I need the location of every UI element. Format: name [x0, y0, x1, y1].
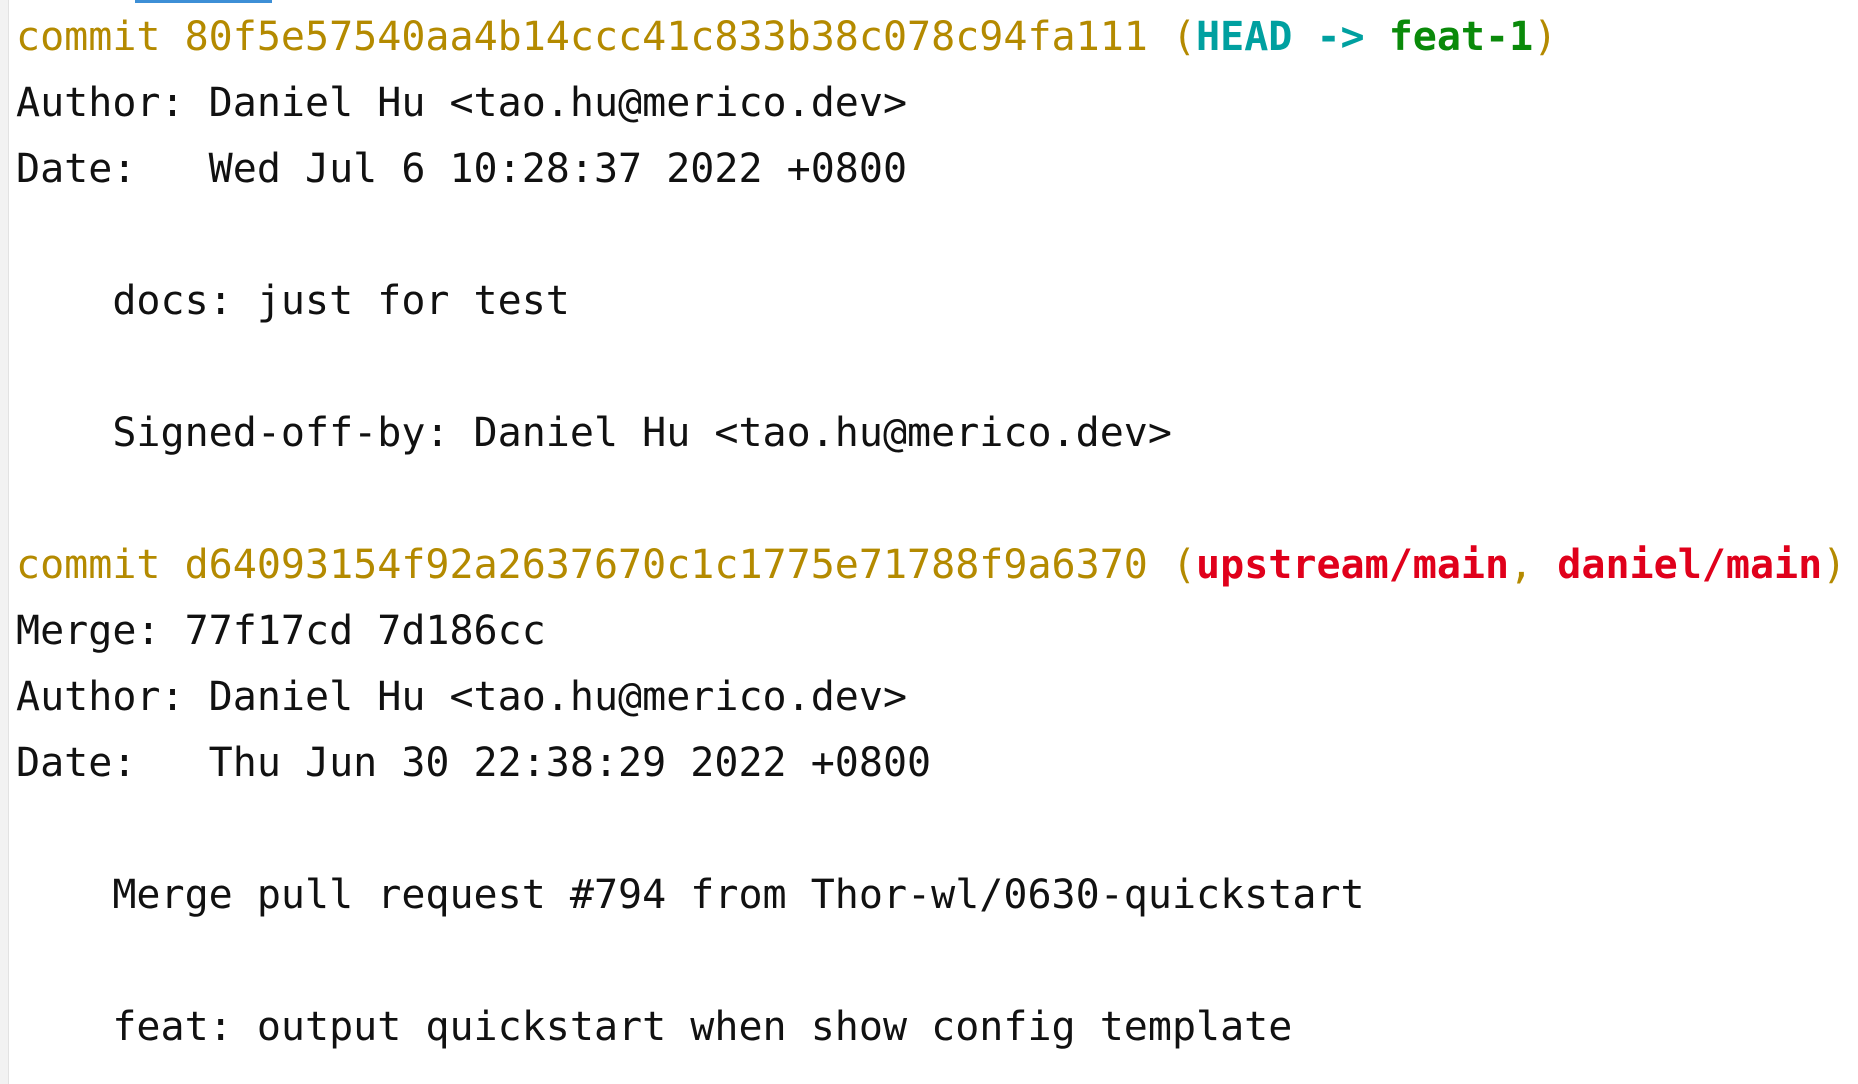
commit-keyword: commit — [16, 14, 185, 60]
date-line: Date: Thu Jun 30 22:38:29 2022 +0800 — [16, 740, 932, 786]
commit-keyword: commit — [16, 542, 185, 588]
merge-line: Merge: 77f17cd 7d186cc — [16, 608, 546, 654]
remote-ref: upstream/main — [1196, 542, 1510, 588]
head-ref: HEAD — [1196, 14, 1293, 60]
terminal-left-gutter — [0, 0, 9, 1084]
refs-close-paren: ) — [1533, 14, 1558, 60]
terminal-window: commit 80f5e57540aa4b14ccc41c833b38c078c… — [0, 0, 1858, 1084]
commit-header-line: commit d64093154f92a2637670c1c1775e71788… — [16, 528, 1858, 594]
remote-ref: daniel/main — [1557, 542, 1823, 588]
git-log-output[interactable]: commit 80f5e57540aa4b14ccc41c833b38c078c… — [16, 0, 1858, 1056]
commit-message-line: feat: output quickstart when show config… — [16, 1004, 1293, 1050]
commit-hash: 80f5e57540aa4b14ccc41c833b38c078c94fa111 — [184, 14, 1148, 60]
commit-hash: d64093154f92a2637670c1c1775e71788f9a6370 — [184, 542, 1148, 588]
refs-open-paren: ( — [1147, 542, 1197, 588]
commit-message-line: Merge pull request #794 from Thor-wl/063… — [16, 872, 1365, 918]
commit-message-line: Signed-off-by: Daniel Hu <tao.hu@merico.… — [16, 410, 1172, 456]
refs-open-paren: ( — [1147, 14, 1197, 60]
ref-arrow: -> — [1292, 14, 1389, 60]
branch-ref: feat-1 — [1388, 14, 1534, 60]
author-line: Author: Daniel Hu <tao.hu@merico.dev> — [16, 674, 908, 720]
author-line: Author: Daniel Hu <tao.hu@merico.dev> — [16, 80, 908, 126]
refs-close-paren: ) — [1822, 542, 1847, 588]
ref-separator: , — [1509, 542, 1558, 588]
date-line: Date: Wed Jul 6 10:28:37 2022 +0800 — [16, 146, 908, 192]
commit-header-line: commit 80f5e57540aa4b14ccc41c833b38c078c… — [16, 0, 1858, 66]
commit-message-line: docs: just for test — [16, 278, 570, 324]
